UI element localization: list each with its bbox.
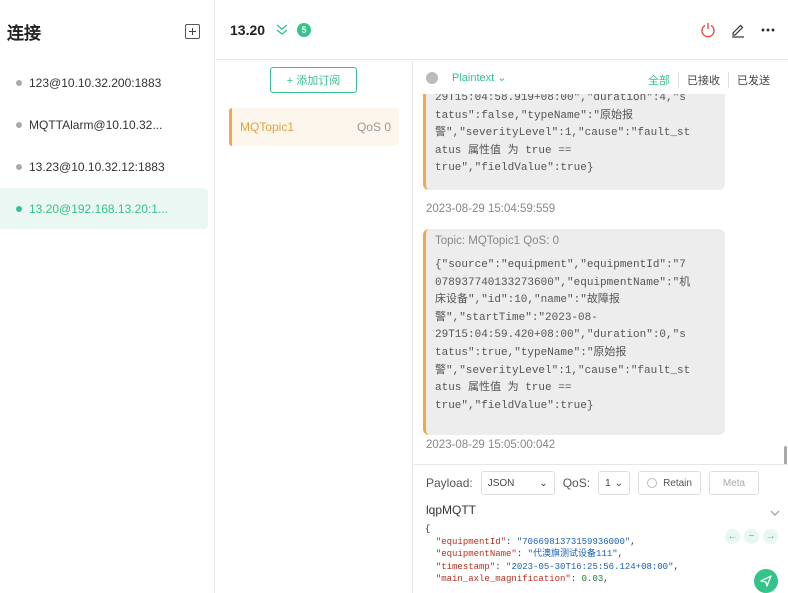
connection-list: 123@10.10.32.200:1883 MQTTAlarm@10.10.32… xyxy=(0,62,214,229)
message-filters: 全部 已接收 已发送 xyxy=(640,72,778,88)
meta-button[interactable]: Meta xyxy=(708,471,759,495)
unread-badge: 5 xyxy=(297,22,312,37)
status-dot-icon xyxy=(16,205,22,212)
qos-value: 1 xyxy=(605,477,611,489)
payload-format-select[interactable]: JSON ⌄ xyxy=(480,471,555,495)
code-key: "equipmentId" xyxy=(435,536,507,547)
connection-label: MQTTAlarm@10.10.32... xyxy=(29,117,163,132)
connection-label: 123@10.10.32.200:1883 xyxy=(29,75,162,90)
format-label: Plaintext xyxy=(452,72,495,84)
connection-item[interactable]: MQTTAlarm@10.10.32... xyxy=(0,104,208,145)
payload-format-value: JSON xyxy=(487,477,515,489)
connections-header: 连接 xyxy=(0,0,214,62)
payload-editor[interactable]: { "equipmentId": "7066981373159936000", … xyxy=(425,523,679,586)
messages-toolbar: Plaintext ⌄ 全部 已接收 已发送 xyxy=(414,61,788,94)
format-select[interactable]: Plaintext ⌄ xyxy=(452,71,506,84)
app-window: 件 窗口 帮助 连接 123@10.10.32.200:1883 MQTTAla… xyxy=(0,0,788,593)
message-timestamp: 2023-08-29 15:05:00:042 xyxy=(426,439,556,451)
filter-all[interactable]: 全部 xyxy=(640,72,678,88)
connection-header: 13.20 5 xyxy=(216,0,788,60)
message-bubble: Topic: MQTopic1 QoS: 0 {"source":"equipm… xyxy=(423,229,725,435)
message-header: Topic: MQTopic1 QoS: 0 xyxy=(435,235,559,247)
connections-sidebar: 连接 123@10.10.32.200:1883 MQTTAlarm@10.10… xyxy=(0,0,215,593)
new-connection-icon[interactable] xyxy=(185,23,200,39)
code-value: "2023-05-30T16:25:56.124+08:00" xyxy=(506,561,674,572)
send-button[interactable] xyxy=(754,569,778,593)
code-value: "代澳旗测试设备111" xyxy=(527,549,618,559)
message-body: {"source":"equipment","equipmentId":"7 0… xyxy=(435,259,691,412)
connections-title: 连接 xyxy=(7,23,41,43)
payload-label: Payload: xyxy=(426,476,473,490)
qos-label: QoS: xyxy=(562,476,591,490)
connection-item[interactable]: 13.23@10.10.32.12:1883 xyxy=(0,146,208,187)
header-actions xyxy=(700,22,776,41)
minus-icon[interactable]: − xyxy=(744,529,759,544)
code-value: "7066981373159936000" xyxy=(516,536,631,547)
subscription-topic: MQTopic1 xyxy=(240,120,295,134)
qos-select[interactable]: 1 ⌄ xyxy=(598,471,631,495)
message-bubble: 29T15:04:58.919+08:00","duration":4,"s t… xyxy=(423,94,725,190)
double-chevron-down-icon[interactable] xyxy=(275,23,289,37)
publish-topic-input[interactable]: lqpMQTT xyxy=(426,503,476,517)
code-brace: { xyxy=(425,524,431,534)
chevron-down-icon[interactable] xyxy=(770,506,780,520)
add-subscription-button[interactable]: + 添加订阅 xyxy=(270,67,357,93)
code-value: 0.03 xyxy=(581,574,604,584)
filter-sent[interactable]: 已发送 xyxy=(728,72,778,88)
subscriptions-panel: + 添加订阅 MQTopic1 QoS 0 xyxy=(216,61,413,593)
publish-options: Payload: JSON ⌄ QoS: 1 ⌄ Retain Meta xyxy=(426,471,759,495)
publish-composer: Payload: JSON ⌄ QoS: 1 ⌄ Retain Meta lqp… xyxy=(414,464,788,593)
arrow-right-icon[interactable]: → xyxy=(763,529,778,544)
arrow-left-icon[interactable]: ← xyxy=(725,529,740,544)
chevron-down-icon: ⌄ xyxy=(614,477,624,489)
subscription-qos: QoS 0 xyxy=(356,120,391,134)
message-body: 29T15:04:58.919+08:00","duration":4,"s t… xyxy=(435,94,691,175)
radio-icon xyxy=(647,478,658,488)
connection-label: 13.20@192.168.13.20:1... xyxy=(29,201,168,216)
connection-name: 13.20 xyxy=(230,21,266,38)
subscription-item[interactable]: MQTopic1 QoS 0 xyxy=(229,108,399,146)
send-icon xyxy=(760,575,772,587)
code-key: "timestamp" xyxy=(435,561,496,572)
connection-label: 13.23@10.10.32.12:1883 xyxy=(29,159,165,174)
more-icon[interactable] xyxy=(760,22,776,41)
connection-item[interactable]: 123@10.10.32.200:1883 xyxy=(0,62,208,103)
retain-label: Retain xyxy=(663,477,692,489)
chevron-down-icon: ⌄ xyxy=(497,72,507,84)
filter-received[interactable]: 已接收 xyxy=(678,72,728,88)
edit-icon[interactable] xyxy=(730,22,746,41)
status-circle-icon xyxy=(426,71,438,84)
code-key: "equipmentName" xyxy=(435,549,517,559)
code-key: "main_axle_magnification" xyxy=(435,574,571,584)
status-dot-icon xyxy=(16,163,22,170)
chevron-down-icon: ⌄ xyxy=(539,477,548,489)
retain-toggle[interactable]: Retain xyxy=(638,471,701,495)
disconnect-icon[interactable] xyxy=(700,22,716,41)
message-timestamp: 2023-08-29 15:04:59:559 xyxy=(426,203,556,215)
status-dot-icon xyxy=(16,121,22,128)
scrollbar[interactable] xyxy=(784,446,787,464)
connection-item-active[interactable]: 13.20@192.168.13.20:1... xyxy=(0,188,208,229)
message-list[interactable]: 29T15:04:58.919+08:00","duration":4,"s t… xyxy=(414,94,788,464)
history-nav: ← − → xyxy=(725,529,778,544)
status-dot-icon xyxy=(16,79,22,86)
